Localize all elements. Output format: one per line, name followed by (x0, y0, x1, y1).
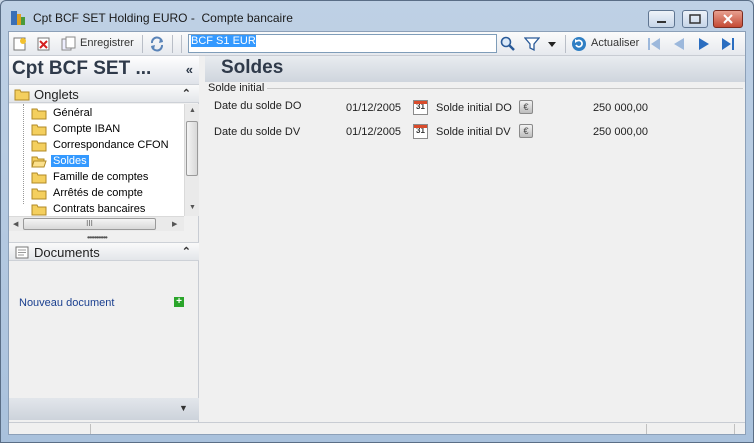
add-document-icon[interactable]: + (174, 297, 184, 307)
scroll-up-icon[interactable]: ▲ (189, 107, 196, 114)
close-icon (723, 14, 733, 24)
scroll-thumb[interactable]: III (23, 218, 156, 230)
title-bar[interactable]: Cpt BCF SET Holding EURO - Compte bancai… (1, 1, 753, 31)
group-divider (267, 88, 743, 89)
save-icon[interactable] (61, 36, 77, 52)
scroll-thumb-grip: III (86, 219, 93, 228)
date-do-label: Date du solde DO (214, 100, 302, 112)
filter-icon[interactable] (524, 36, 540, 52)
search-input-value: BCF S1 EUR (191, 35, 256, 47)
tree-vertical-scrollbar[interactable]: ▲ ▼ (184, 104, 199, 216)
tree-item-label: Général (53, 107, 93, 119)
documents-icon (15, 246, 29, 259)
tree-item-label: Soldes (51, 155, 89, 167)
tree-item-label: Correspondance CFON (53, 139, 169, 151)
entity-title: Cpt BCF SET ... « (9, 56, 199, 84)
status-cell (647, 424, 735, 434)
documents-section-header[interactable]: Documents ⌃ (9, 242, 199, 261)
chevron-up-icon[interactable]: ⌃ (182, 245, 191, 258)
folder-icon (31, 140, 47, 152)
chevron-down-icon[interactable]: ▼ (179, 403, 188, 413)
maximize-button[interactable] (682, 10, 708, 28)
date-dv-field[interactable]: 01/12/2005 (346, 126, 401, 138)
entity-title-text: Cpt BCF SET ... (12, 58, 152, 79)
chevron-up-icon[interactable]: ⌃ (182, 87, 191, 100)
client-area: Enregistrer BCF S1 EUR Actualiser Cpt BC… (8, 31, 746, 435)
search-input[interactable]: BCF S1 EUR (188, 34, 497, 53)
documents-section-title: Documents (34, 245, 100, 260)
page-title: Soldes (205, 56, 745, 82)
amount-dv-field[interactable]: 250 000,00 (535, 126, 648, 138)
euro-icon[interactable]: € (519, 100, 533, 114)
minimize-button[interactable] (648, 10, 675, 28)
app-window: Cpt BCF SET Holding EURO - Compte bancai… (0, 0, 754, 443)
scroll-left-icon[interactable]: ◀ (13, 220, 18, 228)
tree-item-label: Contrats bancaires (53, 203, 146, 215)
toolbar-separator (565, 35, 566, 53)
folder-icon (31, 204, 47, 216)
folder-icon (14, 89, 30, 101)
next-record-icon[interactable] (696, 36, 712, 52)
tree-horizontal-scrollbar[interactable]: ◀ III ▶ (9, 216, 184, 231)
search-icon[interactable] (500, 36, 516, 52)
scroll-right-icon[interactable]: ▶ (172, 220, 177, 228)
folder-icon (31, 188, 47, 200)
toolbar-separator (181, 35, 182, 53)
date-do-field[interactable]: 01/12/2005 (346, 102, 401, 114)
tree-item-label: Arrêtés de compte (53, 187, 143, 199)
calendar-icon[interactable]: 31 (413, 100, 428, 115)
window-title: Cpt BCF SET Holding EURO - Compte bancai… (33, 11, 293, 25)
calendar-glyph: 31 (416, 102, 425, 111)
maximize-icon (689, 14, 701, 24)
pane-splitter-handle[interactable]: ••••••••••• (87, 233, 108, 242)
tree-item-label: Compte IBAN (53, 123, 121, 135)
tree-item-label: Famille de comptes (53, 171, 149, 183)
last-record-icon[interactable] (720, 36, 736, 52)
tabs-section-header[interactable]: Onglets ⌃ (9, 84, 199, 103)
folder-icon (31, 108, 47, 120)
folder-icon (31, 124, 47, 136)
amount-do-field[interactable]: 250 000,00 (535, 102, 648, 114)
app-logo-icon (11, 11, 25, 25)
new-record-icon[interactable] (12, 36, 28, 52)
minimize-icon (657, 21, 666, 23)
calendar-icon[interactable]: 31 (413, 124, 428, 139)
sync-icon[interactable] (149, 36, 165, 52)
tabs-tree: Général Compte IBAN Correspondance CFON … (9, 104, 199, 216)
date-dv-label: Date du solde DV (214, 126, 301, 138)
tabs-section-title: Onglets (34, 87, 79, 102)
refresh-icon[interactable] (571, 36, 587, 52)
folder-icon (31, 172, 47, 184)
delete-icon[interactable] (36, 36, 52, 52)
first-record-icon[interactable] (646, 36, 662, 52)
save-button[interactable]: Enregistrer (80, 37, 134, 49)
status-bar (9, 422, 745, 434)
collapse-pane-icon[interactable]: « (186, 62, 193, 77)
close-button[interactable] (713, 10, 743, 28)
scroll-down-icon[interactable]: ▼ (189, 204, 196, 211)
tree-connector (23, 104, 24, 204)
toolbar-separator (172, 35, 173, 53)
previous-record-icon[interactable] (671, 36, 687, 52)
currency-glyph: € (523, 102, 529, 112)
open-folder-icon (31, 156, 47, 168)
amount-dv-label: Solde initial DV (436, 126, 511, 138)
filter-dropdown-icon[interactable] (544, 36, 560, 52)
euro-icon[interactable]: € (519, 124, 533, 138)
status-cell (91, 424, 647, 434)
calendar-glyph: 31 (416, 126, 425, 135)
refresh-button[interactable]: Actualiser (591, 37, 639, 49)
status-cell (9, 424, 91, 434)
group-label: Solde initial (208, 82, 265, 94)
scroll-thumb[interactable] (186, 121, 198, 176)
currency-glyph: € (523, 126, 529, 136)
amount-do-label: Solde initial DO (436, 102, 512, 114)
navigation-pane: Cpt BCF SET ... « Onglets ⌃ Général Comp… (9, 56, 199, 434)
new-document-link[interactable]: Nouveau document (19, 297, 114, 309)
navigation-pane-footer: ▼ (9, 398, 199, 420)
main-content: Soldes Solde initial Date du solde DO 01… (205, 56, 745, 422)
toolbar-separator (142, 35, 143, 53)
toolbar: Enregistrer BCF S1 EUR Actualiser (9, 32, 745, 56)
